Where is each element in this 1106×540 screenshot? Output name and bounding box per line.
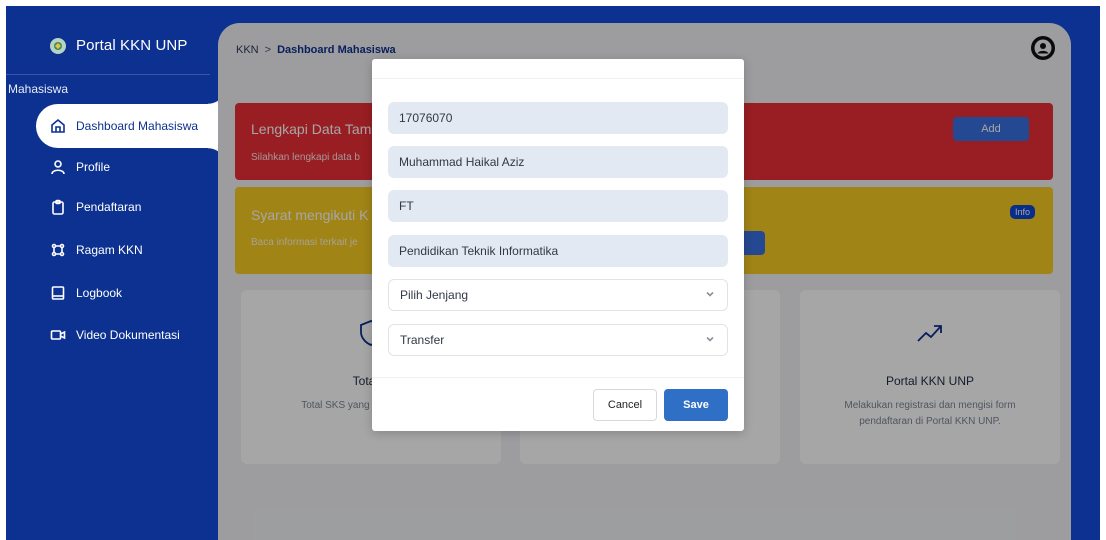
sidebar-item-pendaftaran[interactable]: Pendaftaran: [50, 197, 141, 217]
book-icon: [50, 285, 66, 301]
student-data-modal: Pilih Jenjang Transfer Cancel Save: [372, 59, 744, 431]
sidebar-item-ragam-kkn[interactable]: Ragam KKN: [50, 240, 143, 260]
home-icon: [50, 118, 66, 134]
logo[interactable]: Portal KKN UNP: [50, 37, 187, 54]
clipboard-icon: [50, 199, 66, 215]
cancel-button[interactable]: Cancel: [593, 389, 657, 421]
select-value: Transfer: [400, 333, 445, 347]
sidebar-item-label: Logbook: [76, 286, 123, 300]
nim-field[interactable]: [388, 102, 728, 134]
sidebar-item-profile[interactable]: Profile: [50, 157, 110, 177]
type-select[interactable]: Transfer: [388, 324, 728, 356]
grid-icon: [50, 242, 66, 258]
sidebar-item-video-dokumentasi[interactable]: Video Dokumentasi: [50, 325, 180, 345]
video-icon: [50, 327, 66, 343]
sidebar-item-label: Profile: [76, 160, 111, 174]
program-field[interactable]: [388, 235, 728, 267]
section-label: Mahasiswa: [8, 82, 69, 96]
sidebar-item-logbook[interactable]: Logbook: [50, 283, 122, 303]
faculty-field[interactable]: [388, 190, 728, 222]
save-button[interactable]: Save: [664, 389, 728, 421]
jenjang-select[interactable]: Pilih Jenjang: [388, 279, 728, 311]
chevron-down-icon: [705, 333, 715, 347]
user-icon: [50, 159, 66, 175]
sidebar-item-label: Video Dokumentasi: [76, 328, 180, 342]
select-value: Pilih Jenjang: [400, 288, 469, 302]
chevron-down-icon: [705, 288, 715, 302]
app-title: Portal KKN UNP: [76, 37, 188, 54]
sidebar: Portal KKN UNP Mahasiswa Dashboard Mahas…: [6, 6, 226, 540]
sidebar-item-label: Dashboard Mahasiswa: [76, 119, 199, 133]
logo-icon: [50, 37, 66, 54]
sidebar-item-label: Pendaftaran: [76, 200, 142, 214]
divider: [372, 377, 744, 378]
divider: [372, 78, 744, 79]
name-field[interactable]: [388, 146, 728, 178]
sidebar-item-label: Ragam KKN: [76, 243, 143, 257]
divider: [6, 74, 210, 75]
sidebar-item-dashboard[interactable]: Dashboard Mahasiswa: [50, 116, 198, 136]
